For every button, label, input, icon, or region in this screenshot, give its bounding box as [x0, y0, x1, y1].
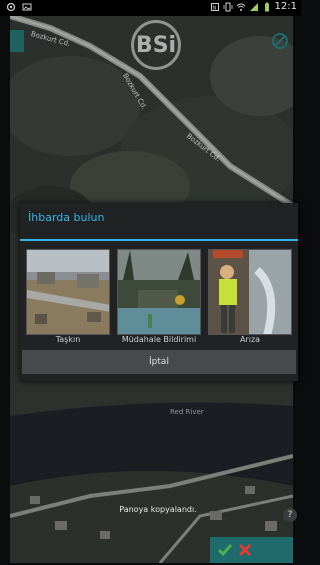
svg-text:N: N	[212, 5, 216, 11]
cancel-button[interactable]: İptal	[22, 350, 296, 374]
option-intervention[interactable]: Müdahale Bildirimi	[117, 249, 201, 346]
dialog-divider	[20, 239, 298, 241]
check-icon	[217, 544, 233, 557]
vibrate-icon	[223, 2, 232, 11]
toast-message: Panoya kopyalandı.	[119, 505, 197, 514]
malfunction-photo	[208, 249, 292, 335]
status-time: 12:1	[274, 1, 297, 12]
reject-button[interactable]	[236, 541, 254, 559]
battery-icon	[264, 2, 269, 11]
help-button[interactable]: ?	[283, 508, 297, 522]
option-label: Müdahale Bildirimi	[121, 335, 197, 344]
report-dialog: İhbarda bulun Taşkın Müdahale Bildirimi …	[20, 203, 298, 381]
wifi-icon	[236, 3, 245, 11]
signal-icon	[249, 2, 258, 11]
compass-icon[interactable]	[269, 30, 291, 52]
confirm-button[interactable]	[216, 541, 234, 559]
nfc-icon: N	[210, 2, 219, 11]
river-label: Red River	[170, 408, 204, 416]
option-label: Arıza	[239, 335, 261, 344]
drawer-handle[interactable]	[10, 30, 24, 52]
app-logo: BSi	[131, 20, 181, 70]
option-malfunction[interactable]: Arıza	[208, 249, 292, 346]
option-flood[interactable]: Taşkın	[26, 249, 110, 346]
notification-icon	[6, 2, 16, 12]
image-icon	[22, 3, 32, 11]
flood-photo	[26, 249, 110, 335]
status-bar: N 12:1	[0, 0, 301, 16]
action-bar	[210, 537, 293, 563]
close-icon	[238, 543, 252, 557]
option-label: Taşkın	[55, 335, 81, 344]
intervention-photo	[117, 249, 201, 335]
dialog-title: İhbarda bulun	[28, 211, 105, 224]
